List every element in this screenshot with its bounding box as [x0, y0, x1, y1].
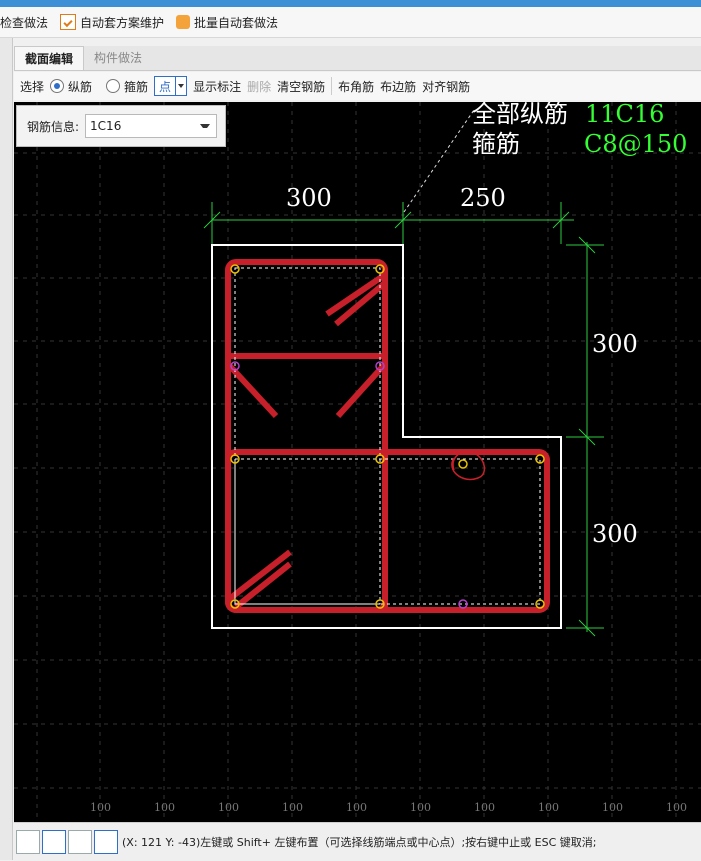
grid-label: 100 — [282, 801, 303, 814]
tab-section-edit[interactable]: 截面编辑 — [14, 46, 85, 70]
dim-top-left: 300 — [286, 184, 332, 212]
status-bar: (X: 121 Y: -43)左键或 Shift+ 左键布置（可选择线筋端点或中… — [14, 822, 701, 861]
grid-label: 100 — [346, 801, 367, 814]
grid-label: 100 — [154, 801, 175, 814]
stirrup-radio[interactable]: 箍筋 — [106, 78, 148, 95]
dim-right-lower: 300 — [592, 520, 638, 548]
rebar-info-panel: 钢筋信息: 1C16 — [16, 105, 226, 147]
grid-label: 100 — [474, 801, 495, 814]
batch-auto-button[interactable]: 批量自动套做法 — [176, 14, 278, 31]
dim-top-right: 250 — [460, 184, 506, 212]
point-mode-value: 点 — [159, 79, 172, 94]
radio-off-icon — [106, 79, 121, 93]
chevron-down-icon — [175, 77, 186, 95]
radio-on-icon — [50, 79, 65, 93]
long-rebar-radio[interactable]: 纵筋 — [50, 78, 92, 95]
check-method-button[interactable]: 检查做法 — [0, 14, 48, 31]
status-text: (X: 121 Y: -43)左键或 Shift+ 左键布置（可选择线筋端点或中… — [122, 836, 597, 849]
right-dimension — [566, 236, 604, 637]
stirrup-annot-label: 箍筋 — [472, 130, 520, 158]
grid-label: 100 — [218, 801, 239, 814]
drawing-canvas[interactable]: 100 100 100 100 100 100 100 100 100 100 … — [14, 100, 701, 822]
show-label-button[interactable]: 显示标注 — [193, 78, 241, 95]
check-method-label: 检查做法 — [0, 15, 49, 30]
snap-line-icon[interactable] — [42, 830, 66, 854]
stirrup-label: 箍筋 — [124, 79, 149, 94]
orthogonal-icon[interactable] — [16, 830, 40, 854]
edge-rebar-button[interactable]: 布边筋 — [380, 78, 416, 95]
title-strip — [0, 0, 701, 7]
stirrup-outer-left — [225, 259, 388, 613]
stirrup-annot-value: C8@150 — [584, 130, 687, 158]
batch-icon — [176, 15, 191, 29]
perpendicular-icon[interactable] — [68, 830, 92, 854]
long-rebar-annot-label: 全部纵筋 — [472, 102, 568, 128]
rebar-info-select[interactable]: 1C16 — [85, 114, 218, 138]
grid-label: 100 — [666, 801, 687, 814]
rebar-info-value: 1C16 — [90, 119, 122, 133]
offset-icon[interactable] — [94, 830, 118, 854]
rebar-info-label: 钢筋信息: — [27, 119, 80, 134]
left-panel-edge — [0, 38, 13, 860]
top-dimension — [203, 202, 574, 244]
freehand-mark — [451, 450, 486, 481]
tab-strip: 截面编辑 构件做法 — [14, 46, 701, 71]
section-edit-toolbar: 选择 纵筋 箍筋 点 显示标注 删除 清空钢筋 布角筋 布边筋 对齐钢筋 — [14, 72, 701, 100]
gear-check-icon — [60, 14, 77, 30]
main-toolbar: 检查做法 自动套方案维护 批量自动套做法 — [0, 7, 701, 38]
batch-auto-label: 批量自动套做法 — [194, 15, 279, 30]
chevron-down-icon — [200, 124, 211, 128]
grid-lines — [14, 102, 701, 822]
align-rebar-button[interactable]: 对齐钢筋 — [422, 78, 470, 95]
grid-bottom-labels: 100 100 100 100 100 100 100 100 100 100 — [90, 801, 687, 814]
point-mode-dropdown[interactable]: 点 — [154, 76, 188, 96]
separator — [331, 77, 333, 95]
select-button[interactable]: 选择 — [20, 78, 44, 95]
long-rebar-annot-value: 11C16 — [585, 102, 664, 128]
grid-label: 100 — [90, 801, 111, 814]
dim-right-upper: 300 — [592, 330, 638, 358]
corner-rebar-button[interactable]: 布角筋 — [338, 78, 374, 95]
grid-label: 100 — [410, 801, 431, 814]
tab-component-method[interactable]: 构件做法 — [84, 46, 152, 70]
delete-button[interactable]: 删除 — [247, 78, 271, 95]
long-rebar-label: 纵筋 — [68, 79, 93, 94]
auto-scheme-label: 自动套方案维护 — [80, 15, 165, 30]
grid-label: 100 — [602, 801, 623, 814]
auto-scheme-button[interactable]: 自动套方案维护 — [60, 14, 164, 31]
section-drawing: 100 100 100 100 100 100 100 100 100 100 … — [14, 100, 701, 822]
clear-rebar-button[interactable]: 清空钢筋 — [277, 78, 325, 95]
grid-label: 100 — [538, 801, 559, 814]
